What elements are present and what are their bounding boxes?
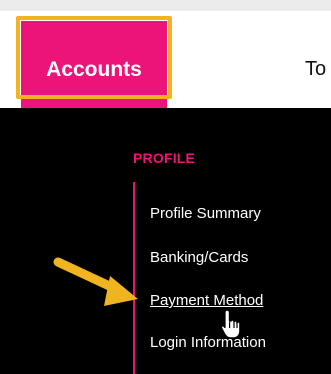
top-strip (0, 0, 331, 11)
tab-accounts-label: Accounts (46, 57, 142, 81)
menu-item-login-information[interactable]: Login Information (150, 334, 266, 351)
tab-accounts[interactable]: Accounts (21, 21, 167, 108)
tab-next[interactable]: To (305, 58, 326, 81)
menu-divider (133, 182, 135, 374)
menu-item-payment-method[interactable]: Payment Method (150, 292, 263, 309)
menu-item-profile-summary[interactable]: Profile Summary (150, 205, 261, 222)
menu-item-banking-cards[interactable]: Banking/Cards (150, 249, 248, 266)
tab-next-label: To (305, 58, 327, 80)
profile-section-heading: PROFILE (133, 150, 196, 166)
